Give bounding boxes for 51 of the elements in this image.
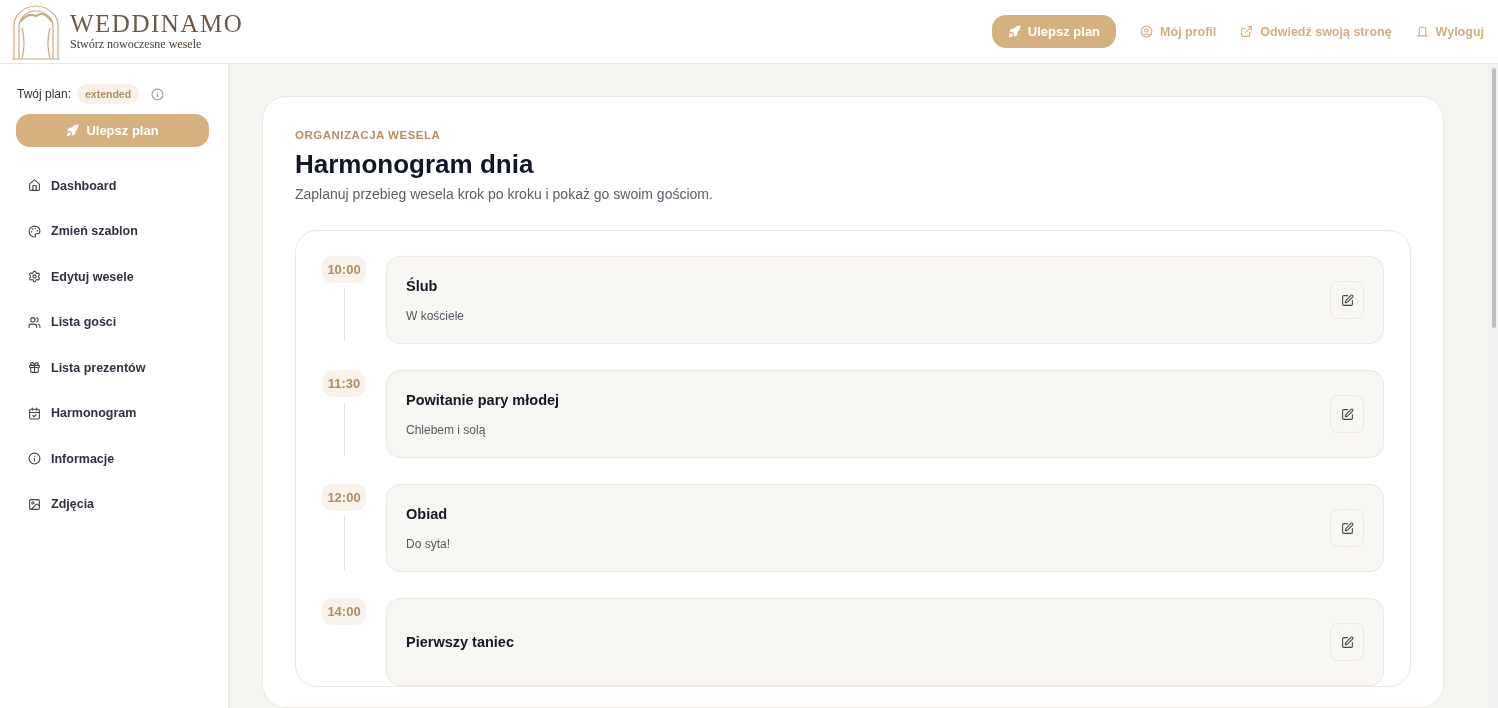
sidebar-item[interactable]: Harmonogram [16,390,212,436]
event-time: 11:30 [322,370,366,397]
edit-button[interactable] [1330,281,1364,319]
scrollbar[interactable] [1489,64,1498,708]
plan-badge: extended [77,84,140,104]
event-time: 12:00 [322,484,366,511]
sidebar-item[interactable]: Lista prezentów [16,345,212,391]
sidebar-item[interactable]: Edytuj wesele [16,254,212,300]
event-title: Powitanie pary młodej [406,391,560,408]
sidebar-item[interactable]: Dashboard [16,163,212,209]
page-subtitle: Zaplanuj przebieg wesela krok po kroku i pokaż go swoim gościom. [295,186,714,202]
user-icon [1140,25,1154,38]
edit-button[interactable] [1330,623,1364,661]
door-icon [1415,25,1429,38]
edit-icon [1340,293,1354,307]
event-title: Pierwszy taniec [406,634,514,650]
section-eyebrow: ORGANIZACJA WESELA [295,129,442,141]
info-icon [28,452,41,466]
page-title: Harmonogram dnia [295,149,535,180]
event-description: W kościele [406,308,464,323]
image-icon [28,497,41,511]
sidebar-item[interactable]: Zdjęcia [16,481,212,527]
arch-logo-drawing [10,3,62,60]
event-title: Obiad [406,505,449,522]
event-description: Chlebem i solą [406,422,487,437]
sidebar-item[interactable]: Informacje [16,436,212,482]
edit-icon [1340,635,1354,649]
sidebar-item[interactable]: Zmień szablon [16,208,212,254]
calendar-icon [28,406,41,420]
edit-button[interactable] [1330,395,1364,433]
palette-icon [28,224,41,238]
info-icon[interactable] [151,87,165,101]
scrollbar-thumb[interactable] [1491,68,1496,328]
gear-icon [28,270,41,284]
home-icon [28,179,41,193]
gift-icon [28,361,41,375]
plan-label: Twój plan: [17,87,72,101]
users-icon [28,315,41,329]
edit-button[interactable] [1330,509,1364,547]
sidebar-item[interactable]: Lista gości [16,299,212,345]
event-description: Do syta! [406,536,450,551]
brand-name: WEDDINAMO [70,11,244,37]
event-time: 10:00 [322,256,366,283]
external-link-icon [1240,25,1254,38]
rocket-icon [1007,25,1021,38]
event-title: Ślub [406,277,439,294]
brand-tagline: Stwórz nowoczesne wesele [70,37,203,52]
edit-icon [1340,407,1354,421]
event-time: 14:00 [322,598,366,625]
edit-icon [1340,521,1354,535]
rocket-icon [66,124,80,137]
